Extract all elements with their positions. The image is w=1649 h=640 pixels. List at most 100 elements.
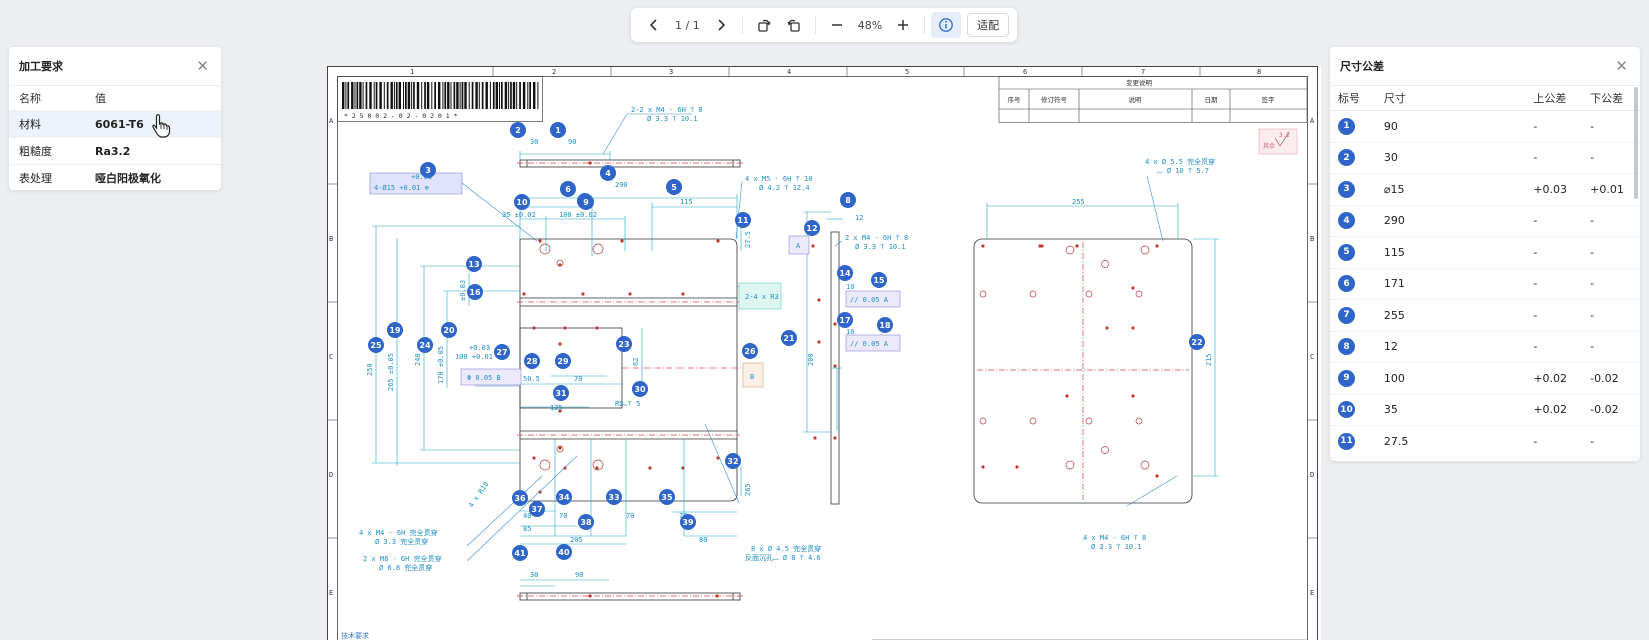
dimension-balloon[interactable]: 8	[840, 192, 856, 208]
dimension-balloon[interactable]: 15	[871, 272, 887, 288]
table-row[interactable]: 表处理 哑白阳极氧化	[9, 165, 221, 191]
rotate-counterclockwise-button[interactable]	[779, 12, 809, 38]
zoom-out-button[interactable]	[822, 12, 852, 38]
dimension-balloon[interactable]: 39	[680, 514, 696, 530]
dimension-balloon[interactable]: 22	[1189, 334, 1205, 350]
centerlines	[517, 162, 1189, 597]
dimension-balloon[interactable]: 17	[837, 312, 853, 328]
gdt-text: // 0.05 A	[850, 296, 889, 304]
dimension-balloon[interactable]: 1	[550, 122, 566, 138]
row-name: 粗糙度	[19, 145, 52, 158]
balloon-number: 25	[370, 341, 382, 350]
table-row[interactable]: 11 27.5 - -	[1330, 426, 1640, 458]
close-icon[interactable]: ✕	[196, 57, 209, 75]
dim-text: 80	[699, 536, 707, 544]
table-row[interactable]: 10 35 +0.02 -0.02	[1330, 395, 1640, 426]
dimension-balloon[interactable]: 32	[725, 453, 741, 469]
dimension-balloon[interactable]: 26	[742, 343, 758, 359]
dimension-balloon[interactable]: 13	[466, 256, 482, 272]
table-row[interactable]: 1 90 - -	[1330, 111, 1640, 143]
row-upper: -	[1533, 151, 1538, 165]
info-button[interactable]	[931, 12, 962, 38]
barcode-bar	[533, 82, 536, 109]
balloon-number: 38	[580, 518, 592, 527]
dimension-balloon[interactable]: 37	[529, 501, 545, 517]
revision-title: 变更说明	[1126, 78, 1153, 87]
barcode-bar	[351, 82, 354, 109]
dimension-balloon[interactable]: 40	[556, 544, 572, 560]
prev-page-button[interactable]	[639, 12, 669, 38]
dimension-balloon[interactable]: 20	[441, 322, 457, 338]
barcode-bar	[373, 82, 375, 109]
hole-mark	[813, 436, 817, 440]
dimension-balloon[interactable]: 33	[606, 489, 622, 505]
table-row[interactable]: 6 171 - -	[1330, 269, 1640, 300]
hole-circle	[979, 417, 987, 425]
hole-circle	[1140, 245, 1150, 255]
dimension-balloon[interactable]: 34	[556, 489, 572, 505]
dimension-balloon[interactable]: 31	[553, 385, 569, 401]
dimension-balloon[interactable]: 36	[512, 490, 528, 506]
panel-header: 加工要求 ✕	[9, 47, 221, 86]
scrollbar[interactable]	[1634, 87, 1638, 199]
dimension-balloon[interactable]: 30	[632, 381, 648, 397]
table-header: 名称 值	[9, 86, 221, 111]
balloon-number: 10	[516, 198, 528, 207]
dimension-balloon[interactable]: 23	[616, 336, 632, 352]
dimension-balloon[interactable]: 28	[524, 353, 540, 369]
balloon-number: 32	[727, 457, 738, 466]
zoom-in-button[interactable]	[888, 12, 918, 38]
dimension-balloon[interactable]: 14	[837, 265, 853, 281]
barcode-bar	[461, 82, 464, 109]
dimension-balloon[interactable]: 10	[514, 194, 530, 210]
dimension-balloon[interactable]: 19	[387, 322, 403, 338]
row-number-badge: 11	[1338, 432, 1355, 450]
table-row[interactable]: 9 100 +0.02 -0.02	[1330, 363, 1640, 395]
rotate-clockwise-button[interactable]	[749, 12, 779, 38]
dimension-balloon[interactable]: 38	[578, 514, 594, 530]
dimension-balloon[interactable]: 11	[735, 212, 751, 228]
table-row[interactable]: 2 30 - -	[1330, 143, 1640, 174]
dimension-balloon[interactable]: 4	[600, 165, 616, 181]
next-page-button[interactable]	[706, 12, 736, 38]
dimension-balloon[interactable]: 9	[578, 194, 594, 210]
dimension-balloon[interactable]: 41	[512, 545, 528, 561]
row-lower: -	[1590, 119, 1595, 133]
dim-text: 70	[626, 512, 634, 520]
drawing-canvas[interactable]: 1 2 3 4 5 6 7 8 A B C D E A B C D E * 2 …	[327, 66, 1321, 640]
table-row[interactable]: 7 255 - -	[1330, 300, 1640, 332]
table-row[interactable]: 12基准A--	[1330, 458, 1640, 462]
table-row[interactable]: 8 12 - -	[1330, 332, 1640, 363]
dimension-balloon[interactable]: 3	[420, 162, 436, 178]
dimension-balloon[interactable]: 6	[560, 181, 576, 197]
row-id-cell: 7	[1330, 306, 1384, 324]
hole-mark	[595, 326, 599, 330]
table-row[interactable]: 4 290 - -	[1330, 206, 1640, 237]
table-row[interactable]: 5 115 - -	[1330, 237, 1640, 269]
dimension-balloon[interactable]: 18	[877, 317, 893, 333]
dimension-balloon[interactable]: 2	[510, 122, 526, 138]
dimension-balloon[interactable]: 25	[368, 337, 384, 353]
note: R2 ⊤ 5	[615, 400, 640, 408]
table-row[interactable]: 3 ⌀15 +0.03 +0.01	[1330, 174, 1640, 206]
dimension-balloon[interactable]: 35	[659, 489, 675, 505]
table-row[interactable]: 材料 6061-T6	[9, 111, 221, 138]
dim-text: 205	[570, 536, 583, 544]
dimension-balloon[interactable]: 21	[781, 330, 797, 346]
close-icon[interactable]: ✕	[1615, 57, 1628, 75]
dimension-balloon[interactable]: 27	[494, 344, 510, 360]
dimension-balloon[interactable]: 29	[555, 353, 571, 369]
barcode-bar	[501, 82, 503, 109]
dimension-balloon[interactable]: 24	[417, 337, 433, 353]
dimension-balloon[interactable]: 5	[666, 179, 682, 195]
dim-text: 40	[523, 512, 531, 520]
fit-button[interactable]: 适配	[967, 13, 1010, 37]
gdt-text: Φ 0.05 B	[467, 374, 501, 382]
dimension-balloon[interactable]: 16	[467, 284, 483, 300]
dim-text: 50.5	[523, 375, 540, 383]
table-row[interactable]: 粗糙度 Ra3.2	[9, 138, 221, 165]
hole-mark	[1075, 244, 1079, 248]
dimension-balloon[interactable]: 12	[804, 220, 820, 236]
note: 2-2 x M4 - 6H ⊤ 8	[631, 106, 703, 114]
row-upper: -	[1533, 277, 1538, 291]
